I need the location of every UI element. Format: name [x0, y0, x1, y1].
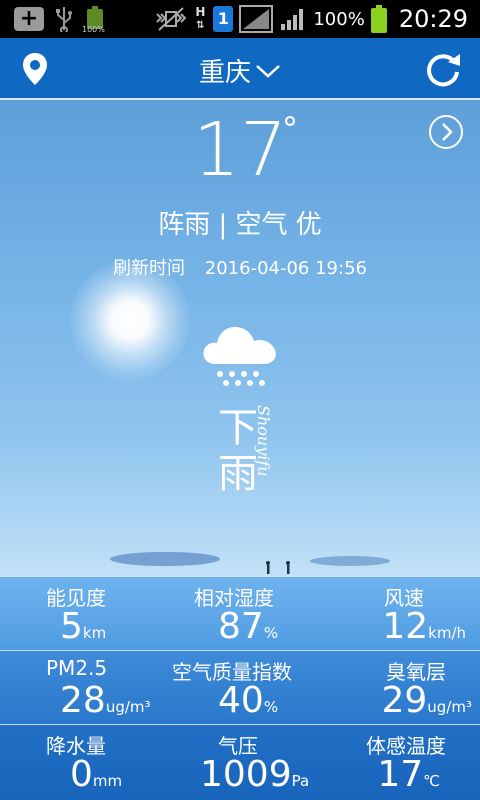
- weather-details-grid: 能见度 5km 相对湿度 87% 风速 12km/h PM2.5 28ug/m³…: [0, 576, 480, 800]
- city-selector[interactable]: 重庆: [0, 52, 480, 89]
- detail-value: 12km/h: [382, 606, 466, 647]
- separator: |: [218, 210, 228, 240]
- battery-percentage: 100%: [313, 8, 365, 30]
- small-battery-icon: 100%: [82, 5, 106, 34]
- weather-condition: 阵雨: [158, 210, 211, 240]
- app-header: 重庆: [0, 38, 480, 100]
- detail-precipitation: 降水量 0mm: [0, 725, 160, 799]
- sim-card-icon: 1: [213, 6, 234, 32]
- add-notification-icon: +: [14, 7, 44, 31]
- decorative-script-text: Shouyifu: [254, 405, 273, 477]
- background-island: [110, 552, 220, 566]
- small-battery-pct: 100%: [82, 25, 105, 34]
- signal-strength-icon-boxed: [239, 5, 274, 33]
- detail-value: 5km: [60, 606, 107, 647]
- detail-wind-speed: 风速 12km/h: [320, 577, 480, 651]
- detail-aqi: 空气质量指数 40%: [160, 651, 320, 725]
- rain-cloud-icon: [203, 326, 276, 386]
- refresh-icon[interactable]: [424, 50, 462, 88]
- city-name: 重庆: [198, 58, 251, 88]
- people-silhouette-icon: [266, 561, 290, 574]
- air-quality-value: 优: [295, 210, 322, 240]
- details-row: PM2.5 28ug/m³ 空气质量指数 40% 臭氧层 29ug/m³: [0, 650, 480, 724]
- weather-main-panel: 17 ° 阵雨 | 空气 优 刷新时间 2016-04-06 19:56 下 雨…: [0, 100, 480, 576]
- battery-icon: [370, 5, 387, 33]
- detail-pm25: PM2.5 28ug/m³: [0, 651, 160, 725]
- detail-value: 17℃: [377, 754, 440, 795]
- refresh-time-line: 刷新时间 2016-04-06 19:56: [0, 254, 480, 280]
- detail-feels-like: 体感温度 17℃: [320, 725, 480, 799]
- detail-value: 29ug/m³: [381, 680, 472, 721]
- network-type-h: H ⇅: [195, 5, 206, 31]
- status-bar: + 100% H ⇅ 1 100% 20:29: [0, 0, 480, 38]
- detail-visibility: 能见度 5km: [0, 577, 160, 651]
- condition-line: 阵雨 | 空气 优: [0, 204, 480, 241]
- current-temperature: 17: [192, 107, 288, 193]
- detail-value: 0mm: [70, 754, 123, 795]
- details-row: 能见度 5km 相对湿度 87% 风速 12km/h: [0, 576, 480, 650]
- detail-value: 1009Pa: [200, 754, 310, 795]
- detail-value: 87%: [218, 606, 279, 647]
- detail-pressure: 气压 1009Pa: [160, 725, 320, 799]
- detail-value: 28ug/m³: [60, 680, 151, 721]
- vibrate-mute-icon: [156, 7, 187, 31]
- signal-strength-icon: [281, 9, 304, 30]
- decorative-char-2: 雨: [218, 451, 258, 497]
- refresh-time-value: 2016-04-06 19:56: [204, 258, 367, 279]
- detail-ozone: 臭氧层 29ug/m³: [320, 651, 480, 725]
- detail-value: 40%: [218, 680, 279, 721]
- background-island: [310, 556, 390, 566]
- detail-humidity: 相对湿度 87%: [160, 577, 320, 651]
- refresh-time-label: 刷新时间: [113, 258, 186, 279]
- chevron-right-circle-icon[interactable]: [428, 114, 464, 150]
- air-quality-label: 空气: [235, 210, 288, 240]
- usb-icon: [56, 7, 72, 32]
- degree-symbol: °: [282, 110, 298, 148]
- chevron-down-icon: [256, 64, 280, 78]
- clock: 20:29: [398, 5, 468, 33]
- decorative-char-1: 下: [218, 405, 258, 451]
- detail-label: PM2.5: [46, 656, 108, 680]
- details-row: 降水量 0mm 气压 1009Pa 体感温度 17℃: [0, 724, 480, 800]
